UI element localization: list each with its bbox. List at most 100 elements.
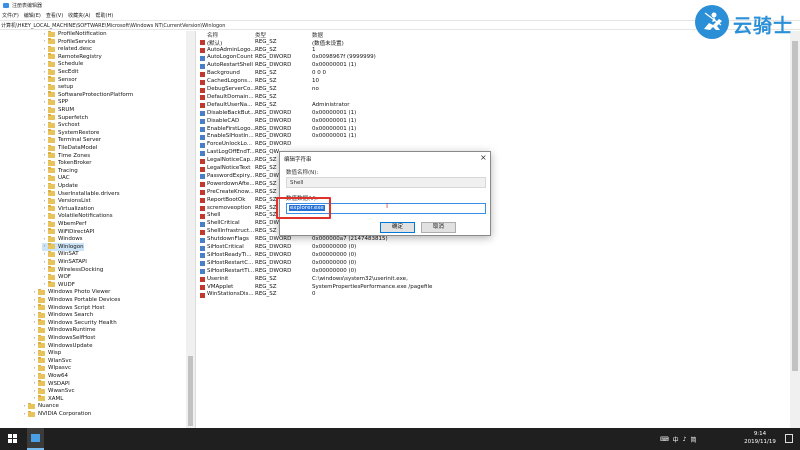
chevron-right-icon[interactable]: › (32, 351, 37, 356)
address-bar[interactable]: 计算机\HKEY_LOCAL_MACHINE\SOFTWARE\Microsof… (0, 20, 800, 30)
tree-scrollbar[interactable] (186, 31, 195, 428)
chevron-right-icon[interactable]: › (42, 108, 47, 113)
tray-icon[interactable]: 简 (691, 435, 697, 444)
chevron-right-icon[interactable]: › (42, 54, 47, 59)
value-row[interactable]: SiHostRestartC... REG_DWORD 0x00000000 (0) (197, 260, 787, 268)
chevron-right-icon[interactable]: › (32, 305, 37, 310)
chevron-right-icon[interactable]: › (42, 77, 47, 82)
value-row[interactable]: DefaultUserNa... REG_SZ Administrator (197, 102, 787, 110)
chevron-right-icon[interactable]: › (32, 366, 37, 371)
menu-item[interactable]: 收藏夹(A) (68, 12, 90, 19)
tray-icon[interactable]: 中 (673, 435, 679, 444)
value-row[interactable]: SiHostRestartTi... REG_DWORD 0x00000000 (0… (197, 268, 787, 276)
tree-scroll-thumb[interactable] (188, 356, 193, 426)
chevron-right-icon[interactable]: › (42, 191, 47, 196)
value-row[interactable]: EnableSIHostIn... REG_DWORD 0x00000001 (1) (197, 133, 787, 141)
chevron-right-icon[interactable]: › (42, 267, 47, 272)
menu-item[interactable]: 编辑(E) (24, 12, 41, 19)
chevron-right-icon[interactable]: › (42, 85, 47, 90)
cancel-button[interactable]: 取消 (421, 222, 456, 233)
tree-item-label: WinSAT (58, 251, 79, 258)
chevron-right-icon[interactable]: › (42, 260, 47, 265)
value-row[interactable]: ShutdownFlags REG_DWORD 0x000000a7 (214748… (197, 236, 787, 244)
value-row[interactable]: Userinit REG_SZ C:\windows\system32\userin… (197, 276, 787, 284)
chevron-right-icon[interactable]: › (42, 153, 47, 158)
chevron-right-icon[interactable]: › (42, 130, 47, 135)
value-row[interactable]: SiHostCritical REG_DWORD 0x00000000 (0) (197, 244, 787, 252)
chevron-right-icon[interactable]: › (42, 115, 47, 120)
value-row[interactable]: Background REG_SZ 0 0 0 (197, 70, 787, 78)
windows-start-button[interactable] (0, 428, 26, 450)
chevron-right-icon[interactable]: › (42, 161, 47, 166)
tree-item-label: Update (58, 183, 78, 189)
value-row[interactable]: DisableBackBut... REG_DWORD 0x00000001 (1) (197, 110, 787, 118)
chevron-right-icon[interactable]: › (42, 222, 47, 227)
values-scrollbar[interactable] (790, 31, 800, 428)
chevron-right-icon[interactable]: › (42, 47, 47, 52)
value-row[interactable]: ForceUnlockLo... REG_DWORD (197, 141, 787, 149)
chevron-right-icon[interactable]: › (42, 237, 47, 242)
value-row[interactable]: DefaultDomain... REG_SZ (197, 94, 787, 102)
chevron-right-icon[interactable]: › (42, 100, 47, 105)
value-row[interactable]: EnableFirstLogo... REG_DWORD 0x00000001 (1… (197, 126, 787, 134)
chevron-right-icon[interactable]: › (42, 214, 47, 219)
value-type: REG_DWORD (255, 54, 292, 61)
menu-item[interactable]: 文件(F) (2, 12, 19, 19)
chevron-right-icon[interactable]: › (42, 206, 47, 211)
chevron-right-icon[interactable]: › (42, 92, 47, 97)
chevron-right-icon[interactable]: › (42, 168, 47, 173)
tree-item-label: WwanSvc (48, 388, 75, 395)
chevron-right-icon[interactable]: › (42, 39, 47, 44)
close-icon[interactable]: × (480, 153, 487, 162)
ok-button[interactable]: 确定 (380, 222, 415, 233)
value-row[interactable]: DisableCAD REG_DWORD 0x00000001 (1) (197, 118, 787, 126)
menu-item[interactable]: 查看(V) (46, 12, 63, 19)
value-row[interactable]: DebugServerCo... REG_SZ no (197, 86, 787, 94)
value-row[interactable]: WinStationsDis... REG_SZ 0 (197, 291, 787, 299)
values-scroll-thumb[interactable] (792, 41, 798, 371)
chevron-right-icon[interactable]: › (32, 358, 37, 363)
taskbar-regedit[interactable] (27, 428, 44, 450)
chevron-right-icon[interactable]: › (32, 336, 37, 341)
tree-item-label: WindowsUpdate (48, 342, 93, 349)
value-row[interactable]: CachedLogons... REG_SZ 10 (197, 78, 787, 86)
tray-icon[interactable]: ♪ (683, 436, 687, 443)
chevron-right-icon[interactable]: › (32, 389, 37, 394)
chevron-right-icon[interactable]: › (42, 229, 47, 234)
value-row[interactable]: AutoRestartShell REG_DWORD 0x00000001 (1) (197, 62, 787, 70)
chevron-right-icon[interactable]: › (42, 146, 47, 151)
chevron-right-icon[interactable]: › (42, 70, 47, 75)
chevron-right-icon[interactable]: › (42, 282, 47, 287)
value-row[interactable]: VMApplet REG_SZ SystemPropertiesPerformanc… (197, 284, 787, 292)
tray-icon[interactable]: ⌨ (660, 436, 669, 443)
chevron-right-icon[interactable]: › (32, 381, 37, 386)
chevron-right-icon[interactable]: › (32, 396, 37, 401)
chevron-right-icon[interactable]: › (32, 290, 37, 295)
value-row[interactable]: SiHostReadyTi... REG_DWORD 0x00000000 (0) (197, 252, 787, 260)
chevron-right-icon[interactable]: › (42, 123, 47, 128)
chevron-right-icon[interactable]: › (42, 199, 47, 204)
taskbar-clock[interactable]: 9:14 2019/11/19 (740, 430, 780, 446)
chevron-right-icon[interactable]: › (32, 298, 37, 303)
chevron-right-icon[interactable]: › (32, 313, 37, 318)
tree-item[interactable]: › NVIDIA Corporation (22, 410, 91, 418)
chevron-right-icon[interactable]: › (32, 320, 37, 325)
chevron-right-icon[interactable]: › (42, 32, 47, 37)
binary-value-icon (200, 253, 205, 259)
chevron-right-icon[interactable]: › (32, 374, 37, 379)
chevron-right-icon[interactable]: › (42, 275, 47, 280)
menu-item[interactable]: 帮助(H) (96, 12, 114, 19)
value-row[interactable]: AutoAdminLogo... REG_SZ 1 (197, 47, 787, 55)
chevron-right-icon[interactable]: › (22, 404, 27, 409)
chevron-right-icon[interactable]: › (22, 412, 27, 417)
chevron-right-icon[interactable]: › (42, 138, 47, 143)
chevron-right-icon[interactable]: › (42, 252, 47, 257)
chevron-right-icon[interactable]: › (32, 343, 37, 348)
chevron-right-icon[interactable]: › (42, 244, 47, 249)
chevron-right-icon[interactable]: › (32, 328, 37, 333)
chevron-right-icon[interactable]: › (42, 176, 47, 181)
chevron-right-icon[interactable]: › (42, 184, 47, 189)
value-row[interactable]: AutoLogonCount REG_DWORD 0x0098967f (99999… (197, 54, 787, 62)
notification-icon[interactable] (785, 434, 793, 443)
chevron-right-icon[interactable]: › (42, 62, 47, 67)
